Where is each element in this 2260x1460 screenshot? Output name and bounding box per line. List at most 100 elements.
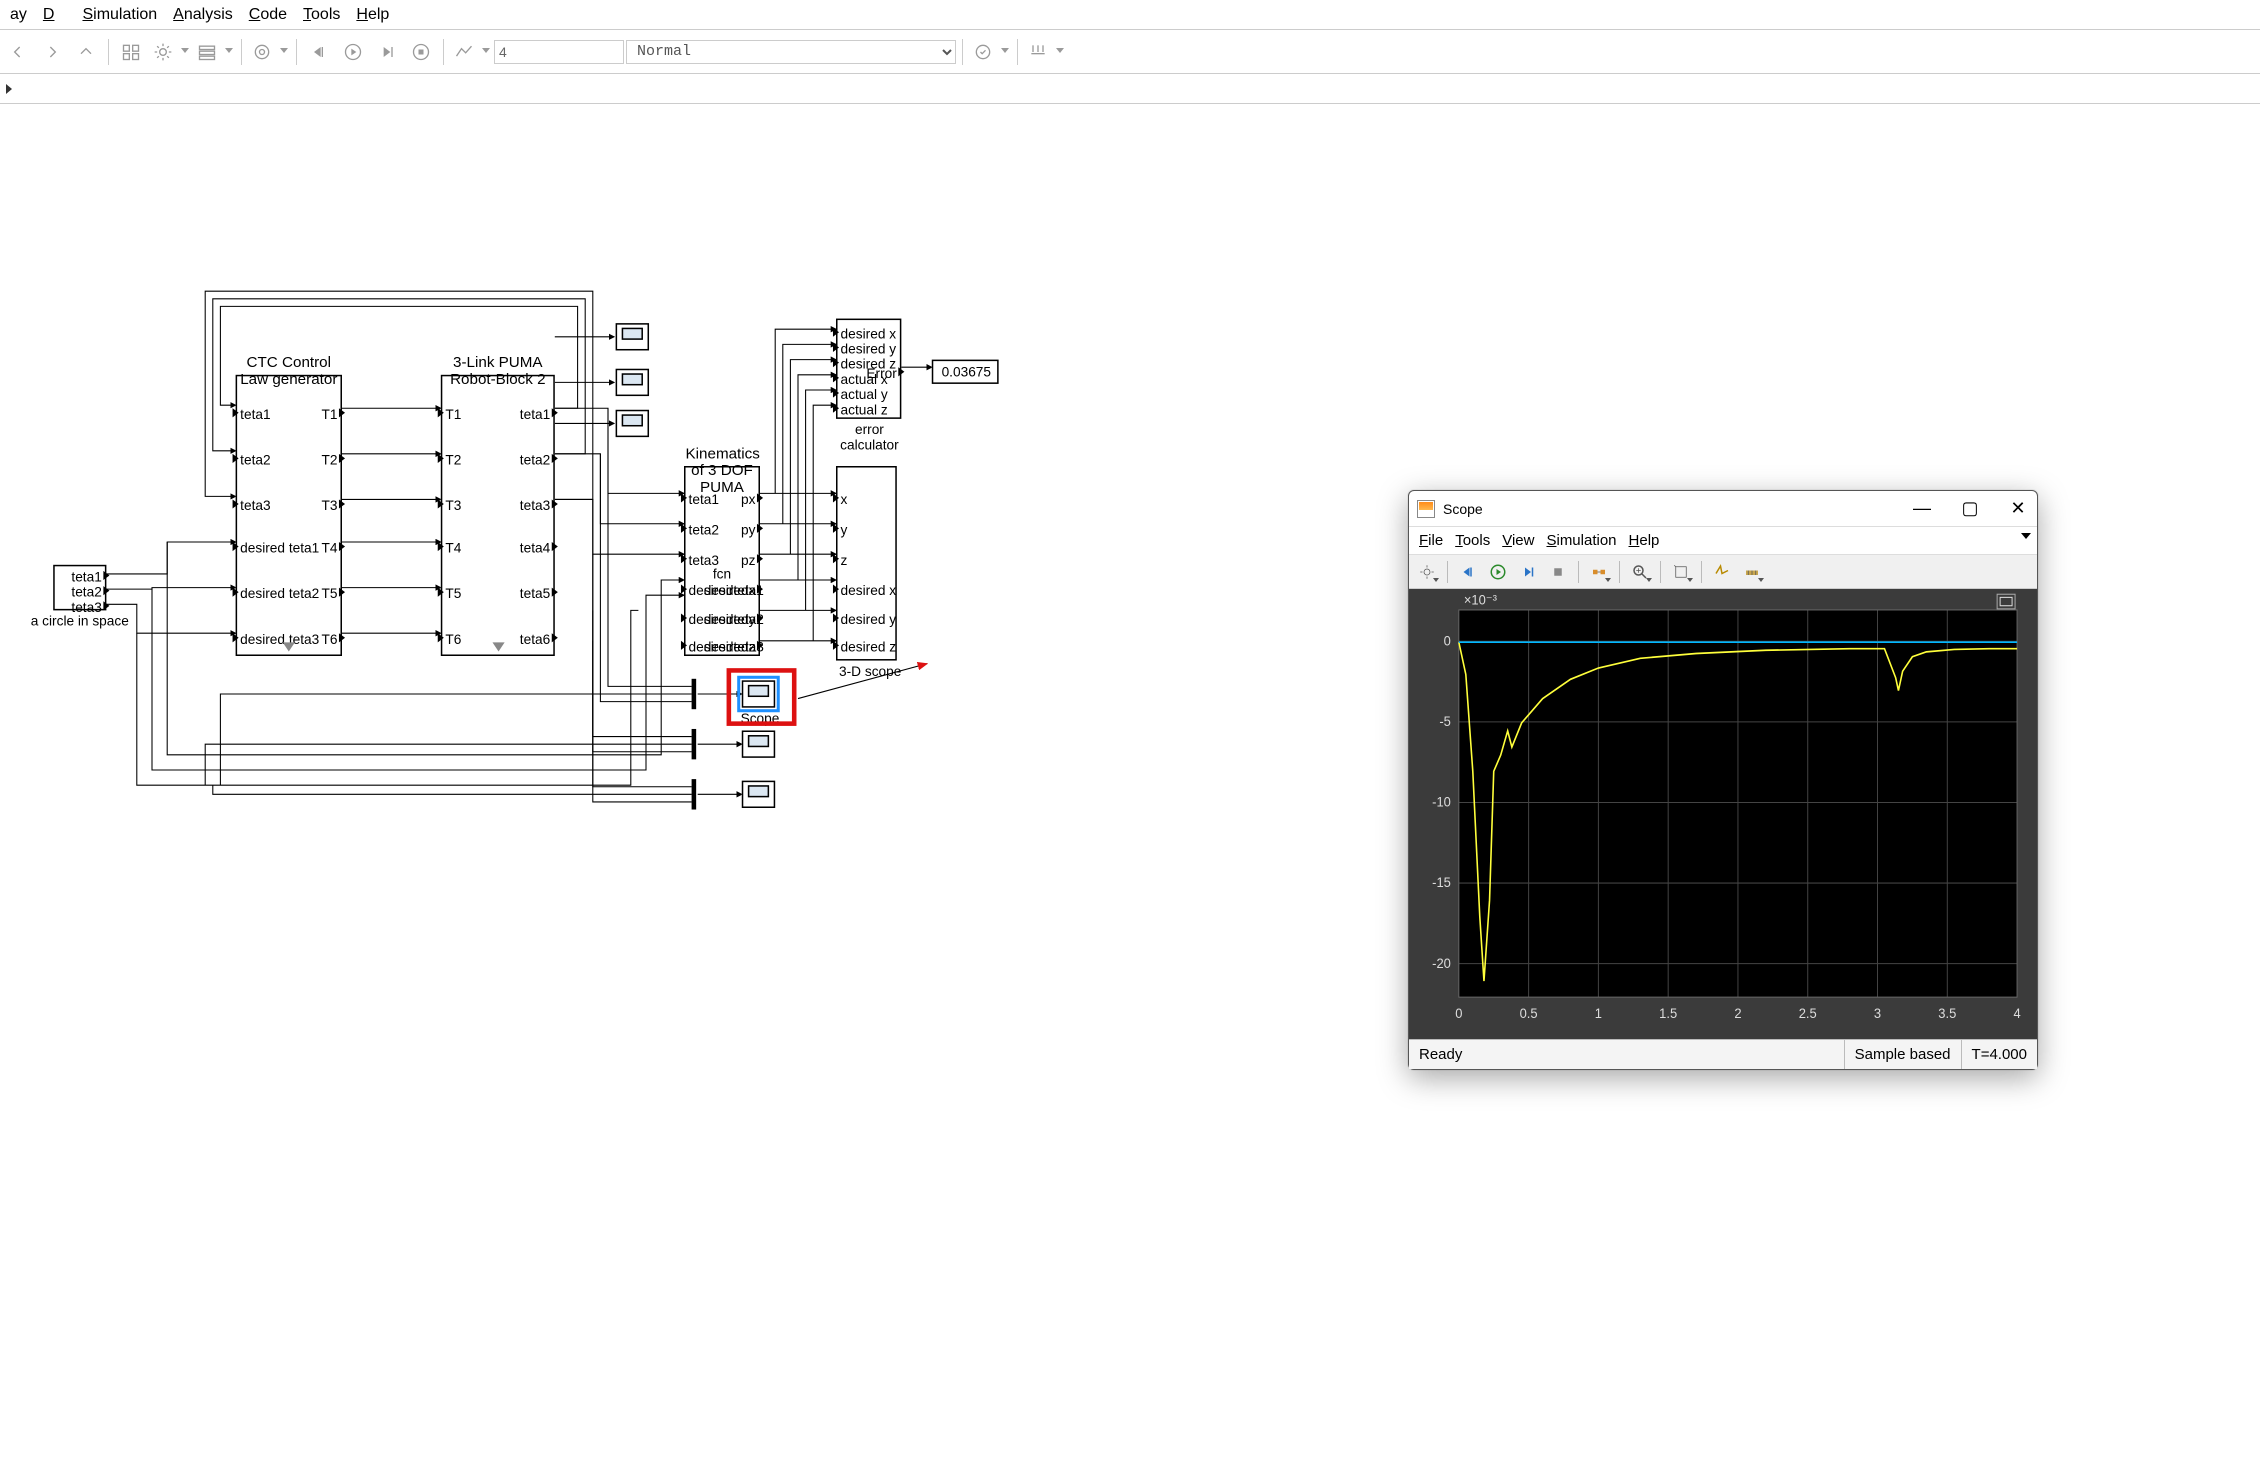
y-ticks: 0 -5 -10 -15 -20	[1432, 633, 1451, 971]
label-3d-scope: 3-D scope	[828, 664, 912, 679]
scope-menu-simulation[interactable]: Simulation	[1542, 530, 1620, 551]
scope-mini-3[interactable]	[616, 410, 649, 437]
forward-button[interactable]	[36, 36, 68, 68]
scope-statusbar: Ready Sample based T=4.000	[1409, 1039, 2037, 1069]
port-puma-out-2: teta2	[520, 452, 550, 467]
build-button[interactable]	[1024, 36, 1066, 68]
menu-help[interactable]: Help	[350, 4, 395, 26]
model-explorer-button[interactable]	[193, 36, 235, 68]
scope-titlebar[interactable]: Scope — ▢ ✕	[1409, 491, 2037, 527]
port-puma-out-3: teta3	[520, 498, 550, 513]
scope-stepback-button[interactable]	[1454, 559, 1482, 585]
menu-tools[interactable]: Tools	[297, 4, 346, 26]
y-scale-label: ×10⁻³	[1464, 592, 1498, 607]
scope-mini-1[interactable]	[616, 323, 649, 350]
svg-text:3: 3	[1874, 1006, 1881, 1021]
port-puma-in-4: T4	[445, 540, 461, 555]
block-3d-scope[interactable]: x y z desired x desired y desired z	[836, 466, 897, 661]
scope-trigger-button[interactable]	[1585, 559, 1613, 585]
block-error-calc[interactable]: desired x desired y desired z actual x a…	[836, 319, 901, 419]
scope-stepfwd-button[interactable]	[1514, 559, 1542, 585]
scope-stop-button[interactable]	[1544, 559, 1572, 585]
port-puma-in-6: T6	[445, 632, 461, 647]
simulation-mode-select[interactable]: Normal	[626, 40, 956, 64]
step-forward-button[interactable]	[371, 36, 403, 68]
scope-menu-view[interactable]: View	[1498, 530, 1538, 551]
block-puma[interactable]: 3-Link PUMA Robot-Block 2 T1 T2 T3 T4 T5…	[441, 375, 555, 656]
scope-measurements-button[interactable]	[1738, 559, 1766, 585]
port-puma-in-3: T3	[445, 498, 461, 513]
status-time: T=4.000	[1961, 1040, 2037, 1069]
block-ctc[interactable]: CTC Control Law generator teta1 teta2 te…	[236, 375, 342, 656]
svg-text:1.5: 1.5	[1659, 1006, 1677, 1021]
port-teta1-out: teta1	[71, 569, 101, 584]
scope-autoscale-button[interactable]	[1667, 559, 1695, 585]
stop-button[interactable]	[405, 36, 437, 68]
port-kin-out-5: desiredy	[704, 612, 756, 627]
scope-zoom-button[interactable]	[1626, 559, 1654, 585]
back-button[interactable]	[2, 36, 34, 68]
svg-text:-5: -5	[1439, 714, 1451, 729]
scope-plot[interactable]: ×10⁻³ 0 -5 -10 -15 -20 0 0.5 1 1.5 2 2.5…	[1409, 589, 2037, 1039]
scope-menu-help[interactable]: Help	[1625, 530, 1664, 551]
menu-ay[interactable]: ay	[4, 4, 33, 26]
port-ctc-out-2: T2	[321, 452, 337, 467]
model-config-button[interactable]	[149, 36, 191, 68]
label-error-calc: error calculator	[824, 422, 915, 452]
up-button[interactable]	[70, 36, 102, 68]
block-display[interactable]: 0.03675	[932, 360, 999, 384]
mux-2[interactable]	[692, 729, 697, 759]
scope-window[interactable]: Scope — ▢ ✕ File Tools View Simulation H…	[1408, 490, 2038, 1070]
step-back-button[interactable]	[303, 36, 335, 68]
port-kin-out-6: desiredz	[704, 639, 756, 654]
mux-1[interactable]	[692, 679, 697, 709]
block-trajectory-source[interactable]: teta1 teta2 teta3	[53, 565, 106, 611]
port-teta2-out: teta2	[71, 585, 101, 600]
scope-menu-file[interactable]: File	[1415, 530, 1447, 551]
menu-simulation[interactable]: Simulation	[76, 4, 163, 26]
mux-3[interactable]	[692, 779, 697, 809]
port-ctc-out-3: T3	[321, 498, 337, 513]
maximize-button[interactable]: ▢	[1959, 498, 1981, 519]
close-button[interactable]: ✕	[2007, 498, 2029, 519]
port-puma-out-6: teta6	[520, 632, 550, 647]
port-ctc-in-6: desired teta3	[240, 632, 319, 647]
minimize-button[interactable]: —	[1911, 498, 1933, 519]
menu-code[interactable]: Code	[243, 4, 293, 26]
scope-bottom-2[interactable]	[742, 730, 775, 757]
port-ctc-out-1: T1	[321, 407, 337, 422]
svg-text:2.5: 2.5	[1799, 1006, 1817, 1021]
menu-analysis[interactable]: Analysis	[167, 4, 239, 26]
port-ctc-in-3: teta3	[240, 498, 270, 513]
explorer-bar[interactable]	[0, 74, 2260, 104]
port-3d-3: z	[841, 553, 848, 568]
scope-menu-tools[interactable]: Tools	[1451, 530, 1494, 551]
port-puma-out-1: teta1	[520, 407, 550, 422]
svg-text:4: 4	[2013, 1006, 2020, 1021]
scope-mini-2[interactable]	[616, 369, 649, 396]
fcn-label: fcn	[686, 566, 759, 581]
scope-bottom-3[interactable]	[742, 781, 775, 808]
signal-logging-button[interactable]	[248, 36, 290, 68]
block-kinematics[interactable]: Kinematics of 3 DOF PUMA teta1 teta2 tet…	[684, 466, 760, 656]
menu-diagram[interactable]: D	[37, 4, 73, 26]
port-3d-6: desired z	[841, 639, 897, 654]
data-inspector-button[interactable]	[450, 36, 492, 68]
fast-restart-button[interactable]	[969, 36, 1011, 68]
port-ctc-out-6: T6	[321, 632, 337, 647]
x-ticks: 0 0.5 1 1.5 2 2.5 3 3.5 4	[1455, 1006, 2020, 1021]
scope-run-button[interactable]	[1484, 559, 1512, 585]
scope-config-button[interactable]	[1413, 559, 1441, 585]
svg-text:2: 2	[1734, 1006, 1741, 1021]
library-browser-button[interactable]	[115, 36, 147, 68]
title-kin: Kinematics of 3 DOF PUMA	[686, 446, 759, 496]
port-err-1: desired x	[841, 326, 897, 341]
scope-cursor-button[interactable]	[1708, 559, 1736, 585]
scope-highlighted[interactable]	[742, 680, 775, 707]
port-3d-2: y	[841, 522, 848, 537]
run-button[interactable]	[337, 36, 369, 68]
chevron-down-icon	[283, 642, 295, 651]
port-puma-in-2: T2	[445, 452, 461, 467]
expand-icon[interactable]	[2021, 533, 2031, 539]
stop-time-field[interactable]	[494, 40, 624, 64]
